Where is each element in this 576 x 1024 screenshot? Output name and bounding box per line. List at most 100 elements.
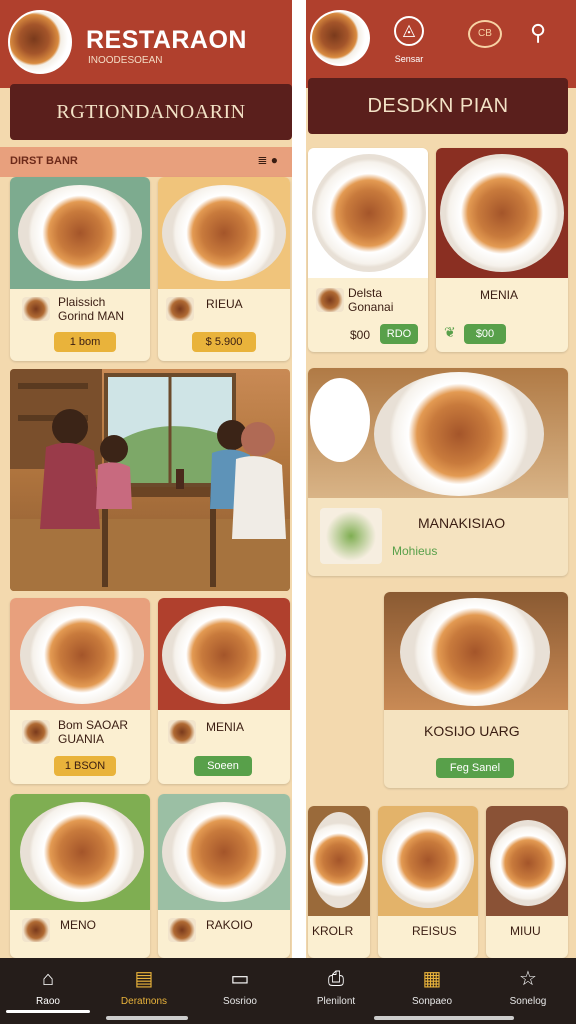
- calendar-icon: ▦: [422, 968, 442, 990]
- tab-sonpaeo[interactable]: ▦ Sonpaeo: [384, 958, 480, 1024]
- inbox-icon: ▭: [230, 968, 250, 990]
- right-screen: ◬ Sensar CB ⚲ DESDKN PIAN Delsta Gonanai…: [306, 0, 576, 958]
- screen-divider: [292, 0, 306, 958]
- thumbnail: [168, 720, 196, 744]
- thumbnail: [22, 918, 50, 942]
- restaurant-logo[interactable]: [8, 10, 72, 74]
- card-title: RAKOIO: [206, 918, 253, 932]
- tab-label: Sonelog: [509, 996, 547, 1007]
- menu-card[interactable]: RIEUA $ 5.900: [158, 177, 290, 361]
- price-badge[interactable]: Feg Sanel: [436, 758, 514, 778]
- food-image: [10, 177, 150, 289]
- food-plate: [440, 154, 564, 272]
- card-title: Bom SAOAR GUANIA: [58, 718, 129, 746]
- food-image: [308, 148, 428, 278]
- food-image: [486, 806, 568, 916]
- food-plate: [162, 802, 286, 902]
- bottom-tab-bar: ⌂ Raoo ▤ Deratnons ▭ Sosrioo ⎙ Plenilont…: [0, 958, 576, 1024]
- food-image: [378, 806, 478, 916]
- card-title: MENO: [60, 918, 96, 932]
- restaurant-logo[interactable]: [310, 10, 370, 66]
- food-image: [384, 592, 568, 710]
- food-image: [308, 368, 568, 498]
- header-icon-label: Sensar: [394, 54, 424, 64]
- chat-bubble-icon[interactable]: CB: [468, 20, 502, 48]
- food-plate: [374, 372, 544, 496]
- menu-card[interactable]: Plaissich Gorind MAN 1 bom: [10, 177, 150, 361]
- tab-sonelog[interactable]: ☆ Sonelog: [480, 958, 576, 1024]
- menu-card[interactable]: MENO: [10, 794, 150, 958]
- card-title: KROLR: [312, 924, 354, 938]
- featured-title: MANAKISIAO: [418, 515, 506, 531]
- section-label: DIRST BANR: [10, 155, 78, 167]
- thumbnail: [168, 918, 196, 942]
- price-badge[interactable]: 1 bom: [54, 332, 116, 352]
- food-plate: [382, 812, 474, 908]
- food-image: [158, 794, 290, 910]
- tab-label: Sonpaeo: [411, 996, 453, 1007]
- right-header: ◬ Sensar CB ⚲: [306, 0, 576, 88]
- food-image: [436, 148, 568, 278]
- food-plate: [400, 598, 550, 706]
- menu-card[interactable]: KROLR: [308, 806, 370, 958]
- food-plate: [312, 154, 426, 272]
- price-badge[interactable]: RDO: [380, 324, 418, 344]
- food-image: [308, 806, 370, 916]
- app-title: RESTARAON: [86, 26, 247, 54]
- price-badge[interactable]: $ 5.900: [192, 332, 256, 352]
- food-plate: [18, 185, 142, 281]
- search-icon[interactable]: ⚲: [530, 20, 556, 46]
- section-icons[interactable]: ≣ ●: [257, 153, 278, 167]
- card-title: Delsta Gonanai: [348, 286, 394, 314]
- app-subtitle: INOODESOEAN: [88, 55, 163, 66]
- price-prefix: $00: [350, 328, 371, 342]
- right-banner[interactable]: DESDKN PIAN: [308, 78, 568, 134]
- featured-subtitle: Mohieus: [392, 544, 438, 558]
- tab-label: Raoo: [36, 996, 60, 1007]
- price-badge[interactable]: $00: [464, 324, 506, 344]
- featured-thumbnail: [320, 508, 382, 564]
- menu-card[interactable]: Delsta Gonanai $00 RDO: [308, 148, 428, 352]
- featured-card[interactable]: MANAKISIAO Mohieus: [308, 368, 568, 576]
- food-image: [10, 598, 150, 710]
- food-plate: [490, 820, 566, 906]
- menu-card[interactable]: REISUS: [378, 806, 478, 958]
- rice-bowl: [310, 378, 370, 462]
- card-title: Plaissich Gorind MAN: [58, 295, 125, 323]
- food-image: [158, 177, 290, 289]
- home-indicator: [106, 1016, 188, 1020]
- menu-card[interactable]: MIUU: [486, 806, 568, 958]
- menu-card[interactable]: MENIA Soeen: [158, 598, 290, 784]
- thumbnail: [166, 297, 194, 321]
- tab-plenilont[interactable]: ⎙ Plenilont: [288, 958, 384, 1024]
- home-indicator: [374, 1016, 514, 1020]
- price-badge[interactable]: Soeen: [194, 756, 252, 776]
- menu-card[interactable]: MENIA ❦ $00: [436, 148, 568, 352]
- price-badge[interactable]: 1 BSON: [54, 756, 116, 776]
- tab-sosrioo[interactable]: ▭ Sosrioo: [192, 958, 288, 1024]
- food-plate: [20, 606, 144, 704]
- left-screen: RESTARAON INOODESOEAN RGTIONDANOARIN DIR…: [0, 0, 292, 958]
- home-diamond-icon[interactable]: ◬: [394, 16, 424, 46]
- home-icon: ⌂: [41, 968, 55, 990]
- featured-title: KOSIJO UARG: [424, 723, 520, 739]
- left-header: RESTARAON INOODESOEAN: [0, 0, 292, 88]
- food-plate: [162, 185, 286, 281]
- card-title: RIEUA: [206, 297, 243, 311]
- clipboard-icon: ⎙: [328, 968, 344, 990]
- tab-label: Deratnons: [120, 996, 168, 1007]
- left-banner[interactable]: RGTIONDANOARIN: [10, 84, 292, 140]
- food-image: [10, 794, 150, 910]
- section-header: DIRST BANR ≣ ●: [0, 147, 292, 177]
- food-plate: [162, 606, 286, 704]
- tab-deratnons[interactable]: ▤ Deratnons: [96, 958, 192, 1024]
- featured-card[interactable]: KOSIJO UARG Feg Sanel: [384, 592, 568, 788]
- card-title: REISUS: [412, 924, 457, 938]
- dining-illustration: [10, 369, 290, 591]
- food-plate: [20, 802, 144, 902]
- card-title: MIUU: [510, 924, 541, 938]
- star-icon: ☆: [519, 968, 537, 990]
- menu-card[interactable]: RAKOIO: [158, 794, 290, 958]
- menu-card[interactable]: Bom SAOAR GUANIA 1 BSON: [10, 598, 150, 784]
- tab-raoo[interactable]: ⌂ Raoo: [0, 958, 96, 1024]
